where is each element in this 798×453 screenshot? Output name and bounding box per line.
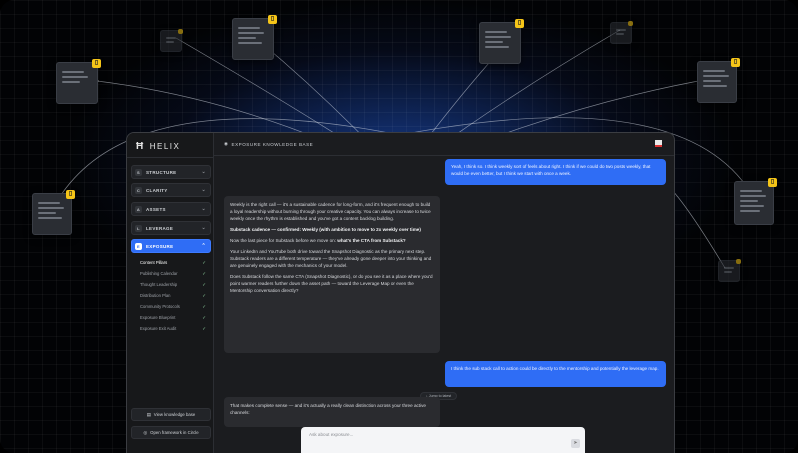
- flag-icon[interactable]: [655, 140, 662, 147]
- sidebar-subitem[interactable]: Distribution Plan ✓: [140, 291, 208, 300]
- sidebar-subitem[interactable]: Content Pillars ✓: [140, 258, 208, 267]
- section-badge: C: [135, 186, 142, 194]
- subitem-label: Thought Leadership: [140, 282, 178, 287]
- chat-header: ◉ EXPOSURE KNOWLEDGE BASE: [213, 133, 674, 156]
- user-message: Yeah, I think so. I think weekly sort of…: [445, 159, 666, 185]
- document-icon: ▯: [734, 178, 777, 225]
- section-badge: S: [135, 168, 142, 176]
- message-paragraph: Your LinkedIn and YouTube both drive tow…: [230, 249, 432, 268]
- sidebar-subitem[interactable]: Community Protocols ✓: [140, 302, 208, 311]
- sidebar-section-clarity[interactable]: C CLARITY ⌄: [131, 183, 211, 197]
- check-icon: ✓: [202, 325, 206, 331]
- book-icon: ▤: [146, 411, 151, 417]
- chevron-up-icon: ⌃: [201, 243, 206, 249]
- section-badge: A: [135, 205, 142, 213]
- send-icon[interactable]: ➤: [571, 439, 580, 448]
- subitem-label: Content Pillars: [140, 260, 168, 265]
- sidebar-section-leverage[interactable]: L LEVERAGE ⌄: [131, 221, 211, 235]
- check-icon: ✓: [202, 303, 206, 309]
- view-knowledge-base-button[interactable]: ▤ View knowledge base: [131, 408, 211, 421]
- stage: ▯ ▯ ▯ ▯ ▯ ▯ Ħ HELIX S STRUCTURE ⌄ C CLAR…: [0, 0, 798, 453]
- sidebar-section-structure[interactable]: S STRUCTURE ⌄: [131, 165, 211, 179]
- check-icon: ✓: [202, 259, 206, 265]
- button-label: View knowledge base: [153, 412, 196, 417]
- section-label: ASSETS: [146, 206, 166, 212]
- document-icon: ▯: [697, 58, 740, 103]
- page-title: ◉ EXPOSURE KNOWLEDGE BASE: [224, 141, 314, 147]
- circle-icon: ◎: [143, 429, 148, 435]
- sidebar-subitem[interactable]: Exposure Blueprint ✓: [140, 313, 208, 322]
- section-badge: E: [135, 242, 142, 250]
- section-label: STRUCTURE: [146, 169, 177, 175]
- user-message: I think the sub stack call to action cou…: [445, 361, 666, 387]
- subitem-label: Distribution Plan: [140, 293, 171, 298]
- document-icon: [718, 259, 741, 282]
- app-name: HELIX: [149, 142, 181, 151]
- check-icon: ✓: [202, 314, 206, 320]
- sidebar-subitem[interactable]: Publishing Calendar ✓: [140, 269, 208, 278]
- chat-input-box: ➤: [301, 427, 585, 453]
- check-icon: ✓: [202, 281, 206, 287]
- helix-logo-icon: Ħ: [136, 141, 145, 152]
- subitem-label: Exposure Blueprint: [140, 315, 176, 320]
- knowledge-base-icon: ◉: [224, 141, 229, 146]
- sidebar-subitem[interactable]: Exposure Exit Audit ✓: [140, 324, 208, 333]
- app-logo: Ħ HELIX: [136, 141, 180, 152]
- message-paragraph: Weekly is the right call — it's a sustai…: [230, 202, 431, 221]
- subitem-label: Community Protocols: [140, 304, 180, 309]
- sidebar-section-exposure[interactable]: E EXPOSURE ⌃: [131, 239, 211, 253]
- message-paragraph: Now the last piece for Substack before w…: [230, 238, 406, 243]
- document-icon: ▯: [56, 59, 101, 104]
- chevron-down-icon: ⌄: [201, 206, 206, 212]
- message-paragraph: Does Substack follow the same CTA (Snaps…: [230, 274, 433, 293]
- subitem-label: Exposure Exit Audit: [140, 326, 177, 331]
- message-paragraph: Substack cadence — confirmed: Weekly (wi…: [230, 227, 421, 232]
- chevron-down-icon: ⌄: [201, 169, 206, 175]
- button-label: Open framework in Circle: [150, 430, 199, 435]
- sidebar: Ħ HELIX S STRUCTURE ⌄ C CLARITY ⌄ A ASSE…: [127, 133, 214, 453]
- chevron-down-icon: ⌄: [201, 225, 206, 231]
- sidebar-section-assets[interactable]: A ASSETS ⌄: [131, 202, 211, 216]
- assistant-message: Weekly is the right call — it's a sustai…: [224, 196, 440, 353]
- open-in-circle-button[interactable]: ◎ Open framework in Circle: [131, 426, 211, 439]
- section-label: EXPOSURE: [146, 243, 174, 249]
- assistant-message: That makes complete sense — and it's act…: [224, 397, 440, 427]
- sidebar-subitem[interactable]: Thought Leadership ✓: [140, 280, 208, 289]
- document-icon: ▯: [32, 190, 75, 235]
- section-label: LEVERAGE: [146, 225, 174, 231]
- check-icon: ✓: [202, 292, 206, 298]
- chevron-down-icon: ⌄: [201, 187, 206, 193]
- document-icon: ▯: [479, 19, 524, 64]
- document-icon: [160, 29, 183, 52]
- section-badge: L: [135, 224, 142, 232]
- document-icon: ▯: [232, 15, 277, 60]
- section-label: CLARITY: [146, 187, 168, 193]
- subitem-label: Publishing Calendar: [140, 271, 178, 276]
- document-icon: [610, 21, 633, 44]
- chat-input[interactable]: [307, 431, 551, 438]
- check-icon: ✓: [202, 270, 206, 276]
